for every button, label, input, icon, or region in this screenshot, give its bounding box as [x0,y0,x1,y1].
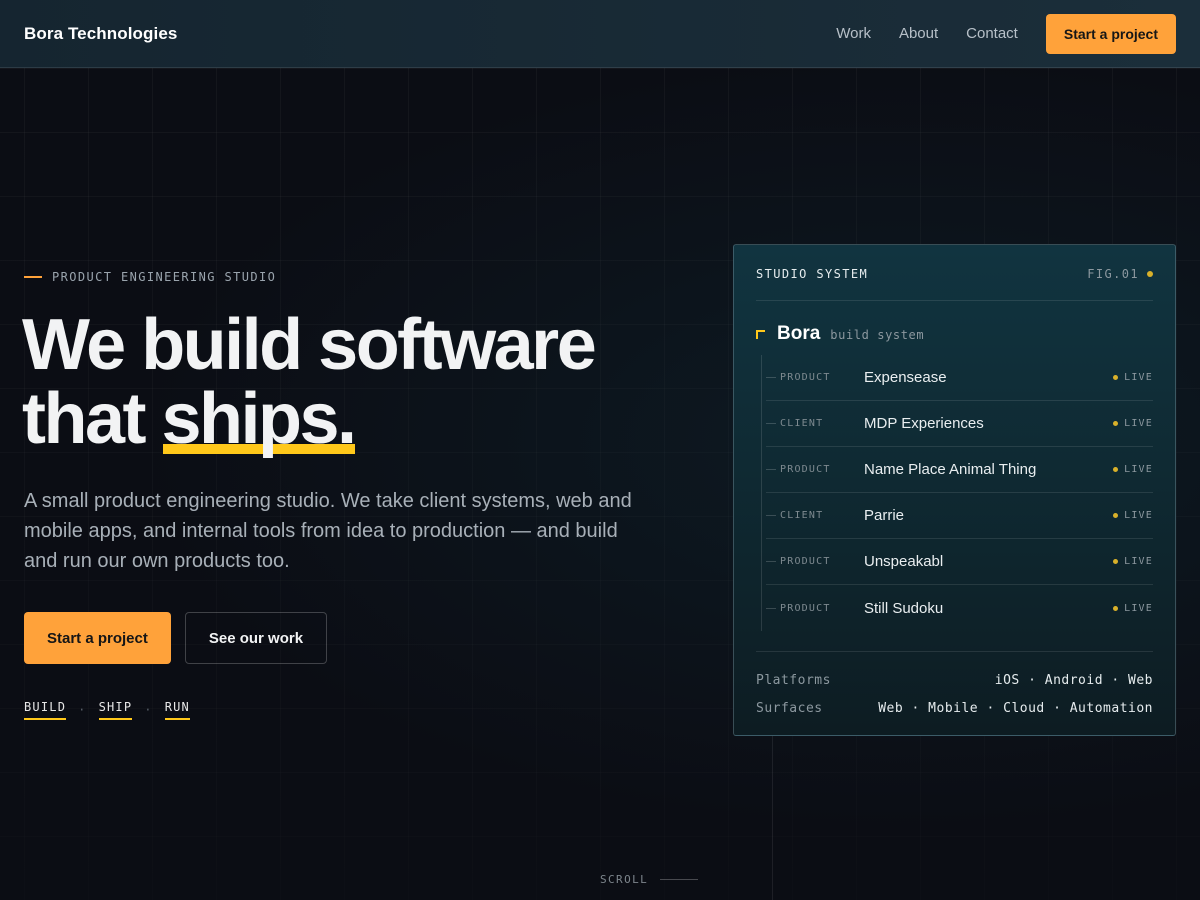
project-status: LIVE [1113,603,1153,614]
status-text: LIVE [1124,464,1153,475]
live-dot-icon [1113,375,1119,380]
hero-cta-row: Start a project See our work [24,612,328,664]
headline-line-2: that ships. [22,382,594,456]
surfaces-value: Web · Mobile · Cloud · Automation [878,700,1153,716]
tag-ship: SHIP [98,700,133,720]
brand-logo[interactable]: Bora Technologies [24,24,177,44]
status-text: LIVE [1124,372,1153,383]
project-status: LIVE [1113,418,1153,429]
live-dot-icon [1113,605,1119,611]
headline-line-2-prefix: that [22,379,162,459]
site-header: Bora Technologies Work About Contact Sta… [0,0,1200,68]
nav-link-about[interactable]: About [899,25,938,42]
card-brand-name: Bora [777,323,821,344]
scroll-label: SCROLL [600,873,649,886]
studio-system-card: STUDIO SYSTEM FIG.01 Bora build system P… [733,244,1176,736]
status-text: LIVE [1124,418,1153,429]
tag-run: RUN [164,700,190,720]
live-dot-icon [1113,559,1119,564]
list-item[interactable]: PRODUCT Still Sudoku LIVE [766,585,1153,631]
see-our-work-button[interactable]: See our work [184,612,328,664]
headline-line-1: We build software [22,305,597,385]
project-kind: PRODUCT [766,556,864,567]
scroll-line-icon [660,879,699,880]
card-brand: Bora build system [756,323,924,345]
live-dot-icon [1113,513,1119,518]
tag-build: BUILD [24,700,67,720]
project-kind: CLIENT [766,418,864,429]
nav-link-work[interactable]: Work [836,25,871,42]
status-text: LIVE [1124,602,1153,614]
live-dot-icon [1113,421,1119,426]
fig-text: FIG.01 [1087,267,1139,281]
main-nav: Work About Contact Start a project [836,13,1176,54]
list-item[interactable]: PRODUCT Expensease LIVE [766,355,1153,401]
project-status: LIVE [1113,464,1153,475]
project-name: Unspeakabl [864,553,944,570]
headline-highlight: ships. [161,379,357,459]
hero-lede: A small product engineering studio. We t… [24,490,632,572]
tag-separator: · [78,703,87,717]
hero-headline: We build software that ships. [22,305,597,456]
platforms-value: iOS · Android · Web [994,672,1153,688]
project-kind: PRODUCT [766,372,864,383]
project-kind: PRODUCT [766,603,864,614]
status-text: LIVE [1124,556,1153,567]
list-item[interactable]: CLIENT MDP Experiences LIVE [766,401,1153,447]
status-text: LIVE [1124,510,1153,521]
project-list: PRODUCT Expensease LIVE CLIENT MDP Exper… [761,355,1153,631]
surfaces-row: Surfaces Web · Mobile · Cloud · Automati… [756,694,1153,722]
project-kind: PRODUCT [766,464,864,475]
card-title: STUDIO SYSTEM [756,267,869,281]
card-footer: Platforms iOS · Android · Web Surfaces W… [756,651,1153,722]
project-name: Expensease [864,369,947,386]
project-name: Still Sudoku [864,599,944,617]
header-start-project-button[interactable]: Start a project [1045,13,1176,54]
project-kind: CLIENT [766,510,864,521]
project-status: LIVE [1113,510,1153,521]
hero-eyebrow: PRODUCT ENGINEERING STUDIO [24,270,276,284]
eyebrow-text: PRODUCT ENGINEERING STUDIO [52,270,277,284]
live-dot-icon [1113,467,1119,472]
project-name: Name Place Animal Thing [864,461,1037,478]
hero-tags: BUILD · SHIP · RUN [24,700,190,720]
decorative-divider-line [772,736,773,900]
status-dot-icon [1147,271,1153,277]
card-header: STUDIO SYSTEM FIG.01 [756,267,1153,301]
platforms-row: Platforms iOS · Android · Web [756,666,1153,694]
start-project-button[interactable]: Start a project [24,612,171,664]
corner-bracket-icon [756,330,765,339]
project-status: LIVE [1113,556,1153,567]
project-name: MDP Experiences [864,415,984,432]
project-status: LIVE [1113,372,1153,383]
project-name: Parrie [864,507,905,524]
eyebrow-dash [24,276,42,278]
list-item[interactable]: PRODUCT Unspeakabl LIVE [766,539,1153,585]
list-item[interactable]: PRODUCT Name Place Animal Thing LIVE [766,447,1153,493]
card-figure-label: FIG.01 [1087,267,1153,281]
list-item[interactable]: CLIENT Parrie LIVE [766,493,1153,539]
headline-highlight-text: ships. [161,379,357,459]
tag-separator: · [144,703,153,717]
surfaces-label: Surfaces [756,700,823,716]
card-brand-subtitle: build system [830,328,925,342]
nav-link-contact[interactable]: Contact [966,25,1018,42]
scroll-indicator[interactable]: SCROLL [600,873,699,886]
platforms-label: Platforms [756,672,831,688]
